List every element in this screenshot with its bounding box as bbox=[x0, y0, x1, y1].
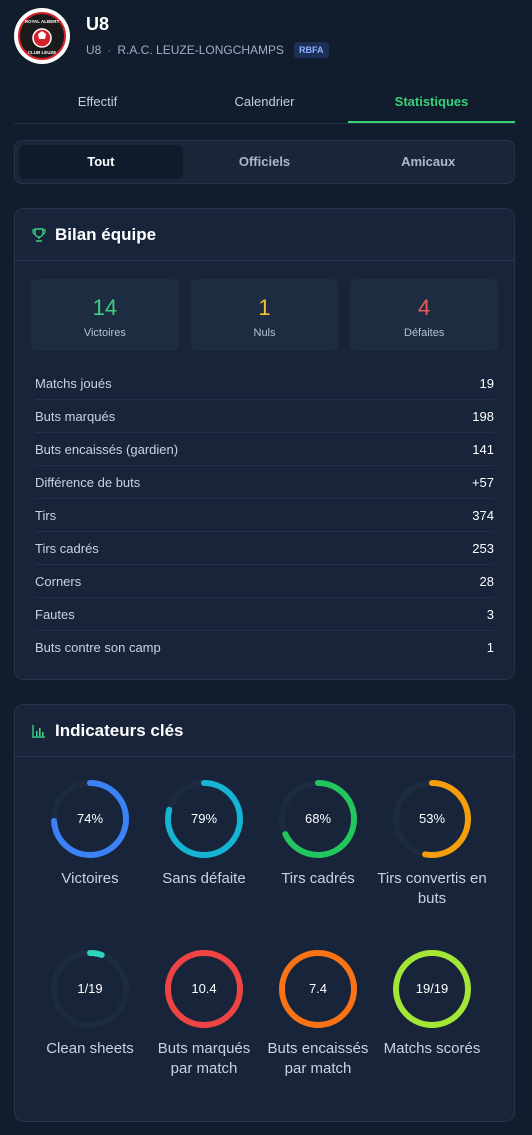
card-title: Bilan équipe bbox=[55, 224, 157, 244]
stat-value: +57 bbox=[471, 474, 494, 490]
wins-label: Victoires bbox=[83, 327, 126, 339]
stat-row: Tirs cadrés 253 bbox=[35, 532, 494, 565]
stat-label: Corners bbox=[35, 573, 82, 589]
gauge-tirs-convertis: 53% Tirs convertis en buts bbox=[377, 777, 487, 909]
club-crest-icon: ROYAL ALBERT CLUB LEUZE bbox=[15, 9, 69, 63]
logo-text-bottom: CLUB LEUZE bbox=[28, 50, 57, 55]
card-header: Indicateurs clés bbox=[15, 705, 514, 757]
bar-chart-icon bbox=[32, 724, 45, 738]
stat-row: Buts marqués 198 bbox=[35, 400, 494, 433]
stat-value: 141 bbox=[472, 441, 494, 457]
gauge-value: 19/19 bbox=[415, 981, 449, 996]
card-header: Bilan équipe bbox=[15, 209, 514, 261]
wins-value: 14 bbox=[92, 295, 118, 320]
results-summary: 14 Victoires 1 Nuls 4 Défaites bbox=[31, 279, 499, 351]
logo-text-top: ROYAL ALBERT bbox=[25, 19, 60, 24]
draws-value: 1 bbox=[258, 295, 271, 320]
tab-statistiques[interactable]: Statistiques bbox=[348, 86, 515, 123]
tab-effectif[interactable]: Effectif bbox=[14, 86, 181, 123]
gauge-buts-encaisses: 7.4 Buts encaissés par match bbox=[263, 947, 373, 1079]
filter-amicaux[interactable]: Amicaux bbox=[346, 145, 510, 179]
filter-tout[interactable]: Tout bbox=[19, 145, 183, 179]
key-indicators-card: Indicateurs clés 74% Victoires 79% Sans dé… bbox=[14, 704, 515, 1122]
gauge-label: Tirs cadrés bbox=[281, 870, 355, 887]
stat-row: Buts contre son camp 1 bbox=[35, 631, 494, 664]
gauge-label: Sans défaite bbox=[162, 870, 246, 887]
stat-row: Buts encaissés (gardien) 141 bbox=[35, 433, 494, 466]
stat-label: Tirs cadrés bbox=[35, 540, 99, 556]
gauge-matchs-scores: 19/19 Matchs scorés bbox=[377, 947, 487, 1059]
stat-value: 253 bbox=[472, 540, 494, 556]
federation-badge: RBFA bbox=[294, 42, 329, 58]
stat-label: Fautes bbox=[35, 606, 75, 622]
gauge-value: 68% bbox=[304, 811, 332, 826]
team-summary-card: Bilan équipe 14 Victoires 1 Nuls 4 Défai… bbox=[14, 208, 515, 680]
team-subtitle: U8 · R.A.C. LEUZE-LONGCHAMPS RBFA bbox=[86, 42, 329, 58]
gauge-label: Buts encaissés par match bbox=[267, 1040, 369, 1077]
losses-box: 4 Défaites bbox=[350, 279, 499, 351]
team-header: ROYAL ALBERT CLUB LEUZE U8 U8 · R.A.C. L… bbox=[14, 8, 518, 64]
stat-row: Fautes 3 bbox=[35, 598, 494, 631]
stat-value: 19 bbox=[479, 375, 494, 391]
wins-box: 14 Victoires bbox=[31, 279, 179, 351]
gauge-value: 74% bbox=[76, 811, 104, 826]
filter-officiels[interactable]: Officiels bbox=[183, 145, 347, 179]
gauge-label: Clean sheets bbox=[46, 1040, 134, 1057]
subtitle-separator: · bbox=[107, 43, 112, 57]
stat-row: Matchs joués 19 bbox=[35, 367, 494, 400]
gauge-label: Buts marqués par match bbox=[157, 1040, 251, 1077]
team-category: U8 bbox=[86, 43, 102, 57]
gauge-row: 1/19 Clean sheets 10.4 Buts marqués par ma… bbox=[35, 947, 494, 1117]
gauge-label: Tirs convertis en buts bbox=[377, 870, 487, 907]
gauge-value: 79% bbox=[190, 811, 218, 826]
stat-label: Buts encaissés (gardien) bbox=[35, 441, 179, 457]
tab-bar: Effectif Calendrier Statistiques bbox=[14, 86, 515, 124]
gauge-label: Victoires bbox=[61, 870, 119, 887]
gauge-buts-marques: 10.4 Buts marqués par match bbox=[149, 947, 259, 1079]
stat-label: Différence de buts bbox=[35, 474, 141, 490]
match-type-filter: Tout Officiels Amicaux bbox=[14, 140, 515, 184]
card-title: Indicateurs clés bbox=[55, 720, 184, 740]
gauge-value: 53% bbox=[418, 811, 446, 826]
stat-value: 374 bbox=[472, 507, 494, 523]
gauge-value: 7.4 bbox=[308, 981, 328, 996]
tab-calendrier[interactable]: Calendrier bbox=[181, 86, 348, 123]
stat-label: Buts marqués bbox=[35, 408, 116, 424]
stat-label: Matchs joués bbox=[35, 375, 112, 391]
stats-list: Matchs joués 19 Buts marqués 198 Buts enca… bbox=[35, 367, 494, 664]
stat-row: Corners 28 bbox=[35, 565, 494, 598]
stat-value: 198 bbox=[472, 408, 494, 424]
gauge-row: 74% Victoires 79% Sans défaite 68% Tirs cad… bbox=[35, 777, 494, 947]
gauge-sans-defaite: 79% Sans défaite bbox=[149, 777, 259, 889]
stat-label: Tirs bbox=[35, 507, 57, 523]
page-title: U8 bbox=[86, 14, 110, 34]
stat-value: 28 bbox=[479, 573, 494, 589]
draws-box: 1 Nuls bbox=[190, 279, 339, 351]
gauge-clean-sheets: 1/19 Clean sheets bbox=[35, 947, 145, 1059]
stat-value: 1 bbox=[486, 640, 494, 655]
gauge-value: 1/19 bbox=[77, 981, 103, 996]
draws-label: Nuls bbox=[253, 327, 276, 339]
club-name: R.A.C. LEUZE-LONGCHAMPS bbox=[117, 43, 285, 57]
club-logo: ROYAL ALBERT CLUB LEUZE bbox=[14, 8, 70, 64]
losses-label: Défaites bbox=[404, 327, 445, 339]
trophy-icon bbox=[32, 227, 46, 242]
stat-value: 3 bbox=[486, 606, 494, 622]
stat-row: Tirs 374 bbox=[35, 499, 494, 532]
gauge-label: Matchs scorés bbox=[383, 1040, 481, 1057]
gauge-grid: 74% Victoires 79% Sans défaite 68% Tirs cad… bbox=[35, 777, 494, 1117]
gauge-victoires: 74% Victoires bbox=[35, 777, 145, 889]
gauge-tirs-cadres: 68% Tirs cadrés bbox=[263, 777, 373, 889]
losses-value: 4 bbox=[418, 295, 431, 320]
stat-label: Buts contre son camp bbox=[35, 640, 161, 655]
gauge-value: 10.4 bbox=[191, 981, 217, 996]
stat-row: Différence de buts +57 bbox=[35, 466, 494, 499]
